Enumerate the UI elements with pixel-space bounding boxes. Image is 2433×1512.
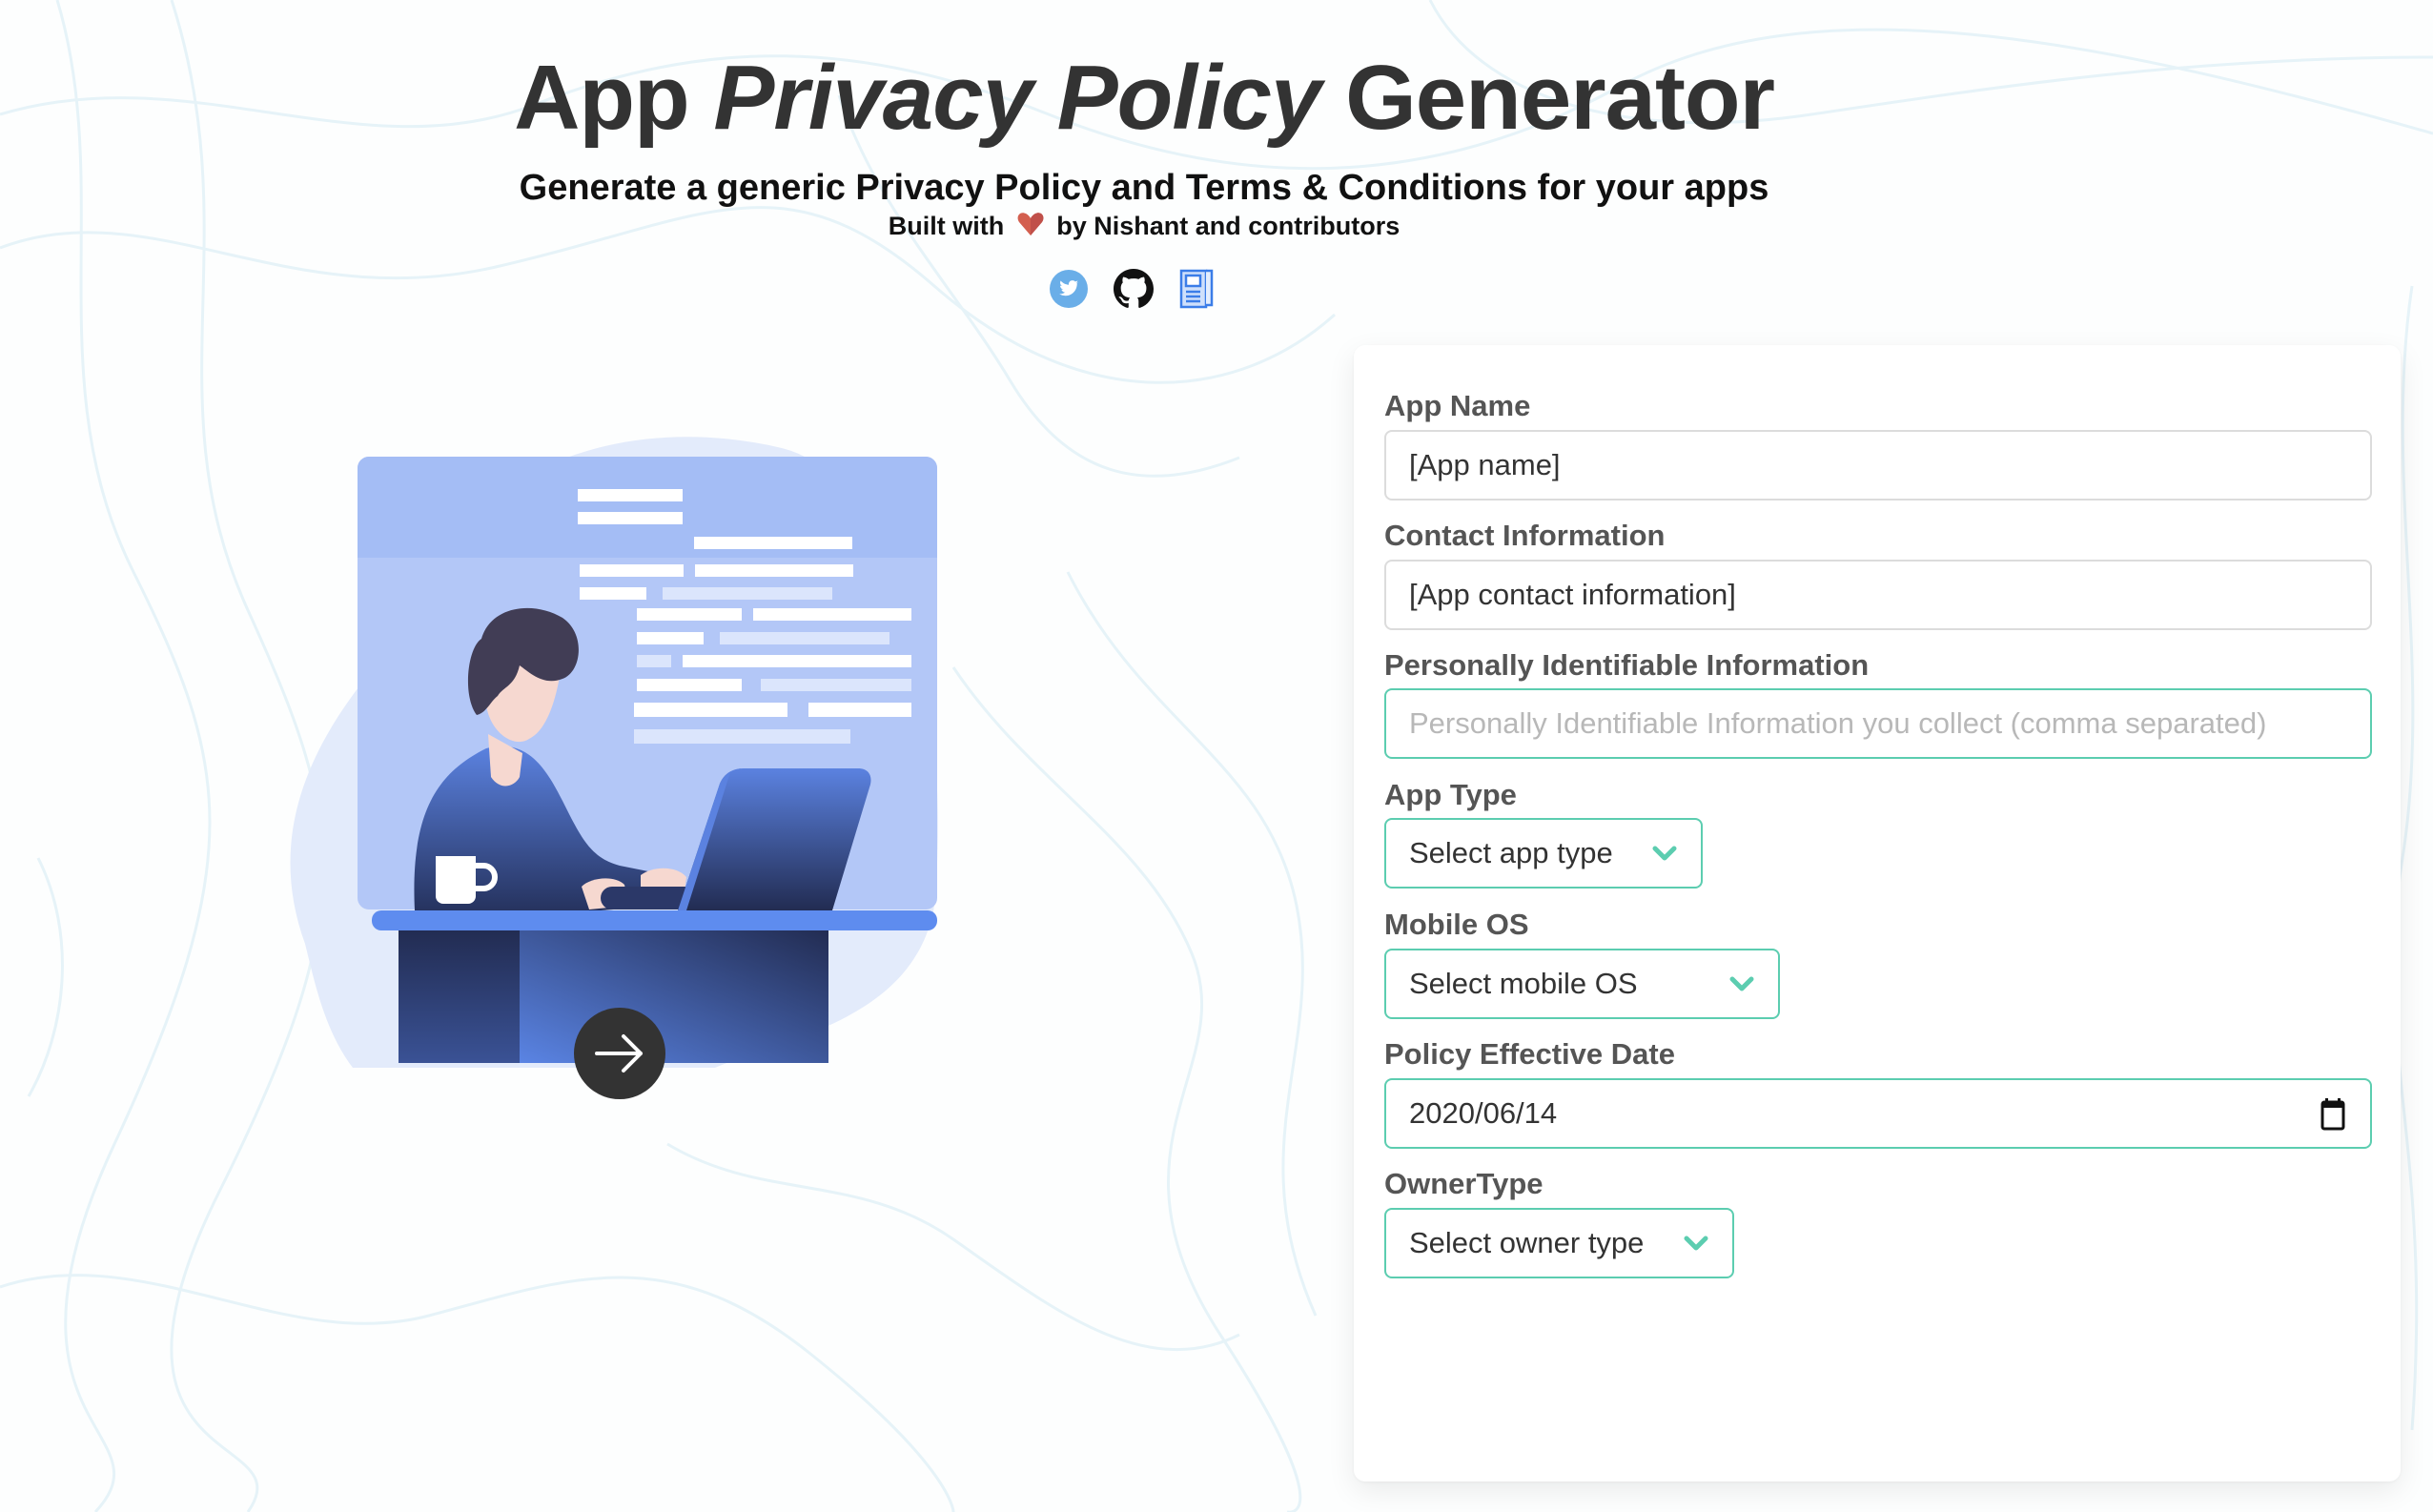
mobile-os-label: Mobile OS	[1384, 908, 1529, 941]
app-type-label: App Type	[1384, 778, 1517, 811]
arrow-right-icon	[595, 1034, 643, 1073]
hero-illustration	[290, 437, 938, 1068]
effective-date-input[interactable]: 2020/06/14	[1384, 1078, 2372, 1149]
chevron-down-icon	[1729, 976, 1754, 991]
contact-information-input[interactable]: [App contact information]	[1384, 560, 2372, 630]
twitter-link[interactable]	[1049, 269, 1091, 309]
page-subtitle: Generate a generic Privacy Policy and Te…	[519, 168, 1769, 208]
app-type-select[interactable]: Select app type	[1384, 818, 1703, 889]
contact-information-label: Contact Information	[1384, 519, 1666, 552]
desk-right-panel	[520, 930, 828, 1063]
heart-icon	[1017, 212, 1044, 243]
mobile-os-selected: Select mobile OS	[1409, 967, 1638, 1000]
app-type-selected: Select app type	[1409, 836, 1613, 869]
twitter-icon	[1050, 270, 1088, 308]
title-app: App	[514, 47, 690, 149]
title-generator: Generator	[1345, 47, 1775, 149]
app-name-value: [App name]	[1409, 448, 1561, 481]
app-name-input[interactable]: [App name]	[1384, 430, 2372, 501]
documentation-link[interactable]	[1178, 269, 1220, 309]
chevron-down-icon	[1652, 846, 1677, 861]
built-with-suffix: by Nishant and contributors	[1056, 212, 1401, 240]
built-with-prefix: Built with	[888, 212, 1005, 240]
social-links	[1049, 269, 1239, 311]
calendar-icon[interactable]	[2319, 1096, 2347, 1131]
pii-input[interactable]: Personally Identifiable Information you …	[1384, 688, 2372, 759]
owner-type-selected: Select owner type	[1409, 1226, 1645, 1259]
next-button[interactable]	[574, 1008, 665, 1099]
built-with-credit: Built with by Nishant and contributors	[0, 212, 2288, 243]
contact-information-value: [App contact information]	[1409, 578, 1736, 611]
pii-label: Personally Identifiable Information	[1384, 648, 1870, 682]
effective-date-label: Policy Effective Date	[1384, 1037, 1675, 1071]
owner-type-select[interactable]: Select owner type	[1384, 1208, 1734, 1278]
github-icon	[1114, 269, 1154, 308]
github-link[interactable]	[1114, 269, 1155, 309]
page-title: App Privacy Policy Generator	[0, 46, 2288, 151]
document-icon	[1179, 269, 1214, 309]
app-name-label: App Name	[1384, 389, 1531, 422]
chevron-down-icon	[1684, 1236, 1708, 1251]
owner-type-label: OwnerType	[1384, 1167, 1544, 1200]
policy-form-card: App Name [App name] Contact Information …	[1354, 345, 2401, 1481]
desk-left-leg	[399, 930, 520, 1063]
desk-top	[372, 910, 937, 930]
title-privacy-policy: Privacy Policy	[713, 47, 1321, 149]
effective-date-value: 2020/06/14	[1409, 1096, 1558, 1130]
mobile-os-select[interactable]: Select mobile OS	[1384, 949, 1780, 1019]
pii-placeholder: Personally Identifiable Information you …	[1409, 706, 2267, 740]
